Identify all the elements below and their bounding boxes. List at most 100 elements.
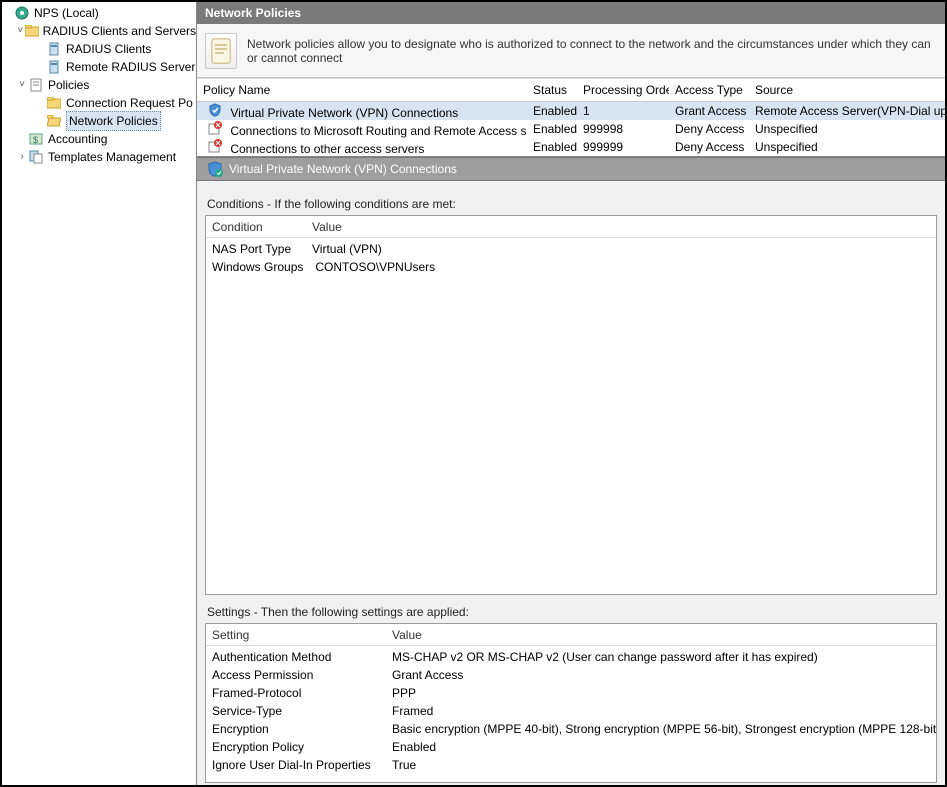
tree-label: Policies bbox=[48, 76, 89, 94]
selection-title: Virtual Private Network (VPN) Connection… bbox=[229, 162, 457, 176]
cond-key: Windows Groups bbox=[206, 259, 309, 275]
set-key: Authentication Method bbox=[206, 649, 386, 665]
nps-icon bbox=[14, 5, 30, 21]
policy-icon bbox=[205, 33, 237, 69]
cell-status: Enabled bbox=[527, 137, 577, 157]
cell-order: 999999 bbox=[577, 137, 669, 157]
info-bar: Network policies allow you to designate … bbox=[197, 24, 945, 78]
settings-box: Setting Value Authentication MethodMS-CH… bbox=[205, 623, 937, 783]
tree-label: Connection Request Po bbox=[66, 94, 193, 112]
policy-grid: Policy Name Status Processing Order Acce… bbox=[197, 78, 945, 157]
set-val: True bbox=[386, 757, 936, 773]
set-val: MS-CHAP v2 OR MS-CHAP v2 (User can chang… bbox=[386, 649, 936, 665]
conditions-label: Conditions - If the following conditions… bbox=[207, 197, 935, 211]
tree-accounting[interactable]: $ Accounting bbox=[2, 130, 196, 148]
accounting-icon: $ bbox=[28, 131, 44, 147]
table-row[interactable]: Connections to other access servers Enab… bbox=[197, 138, 945, 156]
cond-val: Virtual (VPN) bbox=[306, 241, 936, 257]
nav-tree[interactable]: NPS (Local) ˅ RADIUS Clients and Servers… bbox=[2, 2, 197, 785]
col-source[interactable]: Source bbox=[749, 80, 945, 100]
set-val: Framed bbox=[386, 703, 936, 719]
col-value: Value bbox=[386, 626, 936, 644]
condition-row[interactable]: NAS Port Type Virtual (VPN) bbox=[206, 240, 936, 258]
setting-row[interactable]: Encryption PolicyEnabled bbox=[206, 738, 936, 756]
set-key: Service-Type bbox=[206, 703, 386, 719]
tree-label: NPS (Local) bbox=[34, 4, 99, 22]
set-key: Access Permission bbox=[206, 667, 386, 683]
tree-conn-req[interactable]: Connection Request Po bbox=[2, 94, 196, 112]
setting-row[interactable]: Framed-ProtocolPPP bbox=[206, 684, 936, 702]
collapse-icon[interactable]: ˅ bbox=[16, 22, 25, 40]
set-val: PPP bbox=[386, 685, 936, 701]
server-icon bbox=[46, 41, 62, 57]
settings-label: Settings - Then the following settings a… bbox=[207, 605, 935, 619]
cell-access: Deny Access bbox=[669, 137, 749, 157]
folder-open-icon bbox=[46, 113, 62, 129]
cell-source: Unspecified bbox=[749, 137, 945, 157]
col-condition: Condition bbox=[206, 218, 306, 236]
cell-name: Connections to other access servers bbox=[230, 142, 424, 156]
cond-val: CONTOSO\VPNUsers bbox=[309, 259, 936, 275]
collapse-icon[interactable]: ˅ bbox=[16, 76, 28, 94]
cell-order: 1 bbox=[577, 101, 669, 121]
shield-check-icon bbox=[207, 102, 223, 118]
folder-icon bbox=[25, 23, 39, 39]
setting-row[interactable]: EncryptionBasic encryption (MPPE 40-bit)… bbox=[206, 720, 936, 738]
tree-label: Network Policies bbox=[66, 111, 161, 131]
tree-remote-radius[interactable]: Remote RADIUS Server bbox=[2, 58, 196, 76]
col-setting: Setting bbox=[206, 626, 386, 644]
col-policy-name[interactable]: Policy Name bbox=[197, 80, 527, 100]
svg-text:$: $ bbox=[33, 135, 38, 145]
set-val: Enabled bbox=[386, 739, 936, 755]
tree-label: Templates Management bbox=[48, 148, 176, 166]
setting-row[interactable]: Ignore User Dial-In PropertiesTrue bbox=[206, 756, 936, 774]
conditions-box: Condition Value NAS Port Type Virtual (V… bbox=[205, 215, 937, 595]
setting-row[interactable]: Authentication MethodMS-CHAP v2 OR MS-CH… bbox=[206, 648, 936, 666]
set-key: Encryption bbox=[206, 721, 386, 737]
tree-label: Remote RADIUS Server bbox=[66, 58, 195, 76]
expand-icon[interactable]: › bbox=[16, 148, 28, 166]
tree-label: Accounting bbox=[48, 130, 107, 148]
cell-source: Remote Access Server(VPN-Dial up) bbox=[749, 101, 945, 121]
info-text: Network policies allow you to designate … bbox=[247, 37, 937, 65]
cell-status: Enabled bbox=[527, 101, 577, 121]
col-access[interactable]: Access Type bbox=[669, 80, 749, 100]
col-value: Value bbox=[306, 218, 936, 236]
tree-label: RADIUS Clients and Servers bbox=[43, 22, 196, 40]
doc-icon bbox=[28, 77, 44, 93]
tree-network-policies[interactable]: Network Policies bbox=[2, 112, 196, 130]
cell-access: Deny Access bbox=[669, 119, 749, 139]
col-order[interactable]: Processing Order bbox=[577, 80, 669, 100]
panel-title: Network Policies bbox=[197, 2, 945, 24]
setting-row[interactable]: Service-TypeFramed bbox=[206, 702, 936, 720]
tree-policies[interactable]: ˅ Policies bbox=[2, 76, 196, 94]
tree-label: RADIUS Clients bbox=[66, 40, 151, 58]
server-icon bbox=[46, 59, 62, 75]
col-status[interactable]: Status bbox=[527, 80, 577, 100]
cell-status: Enabled bbox=[527, 119, 577, 139]
main-panel: Network Policies Network policies allow … bbox=[197, 2, 945, 785]
cond-key: NAS Port Type bbox=[206, 241, 306, 257]
settings-header: Setting Value bbox=[206, 624, 936, 646]
cell-access: Grant Access bbox=[669, 101, 749, 121]
set-key: Encryption Policy bbox=[206, 739, 386, 755]
cell-order: 999998 bbox=[577, 119, 669, 139]
setting-row[interactable]: Access PermissionGrant Access bbox=[206, 666, 936, 684]
tree-templates[interactable]: › Templates Management bbox=[2, 148, 196, 166]
selection-strip: Virtual Private Network (VPN) Connection… bbox=[197, 157, 945, 181]
tree-radius-clients[interactable]: RADIUS Clients bbox=[2, 40, 196, 58]
shield-check-icon bbox=[207, 161, 223, 177]
deny-icon bbox=[207, 138, 223, 154]
set-val: Basic encryption (MPPE 40-bit), Strong e… bbox=[386, 721, 937, 737]
tree-radius[interactable]: ˅ RADIUS Clients and Servers bbox=[2, 22, 196, 40]
tree-root[interactable]: NPS (Local) bbox=[2, 4, 196, 22]
conditions-header: Condition Value bbox=[206, 216, 936, 238]
set-key: Ignore User Dial-In Properties bbox=[206, 757, 386, 773]
set-key: Framed-Protocol bbox=[206, 685, 386, 701]
folder-icon bbox=[46, 95, 62, 111]
deny-icon bbox=[207, 120, 223, 136]
detail-area: Conditions - If the following conditions… bbox=[197, 181, 945, 785]
grid-body: Virtual Private Network (VPN) Connection… bbox=[197, 102, 945, 156]
condition-row[interactable]: Windows Groups CONTOSO\VPNUsers bbox=[206, 258, 936, 276]
templates-icon bbox=[28, 149, 44, 165]
